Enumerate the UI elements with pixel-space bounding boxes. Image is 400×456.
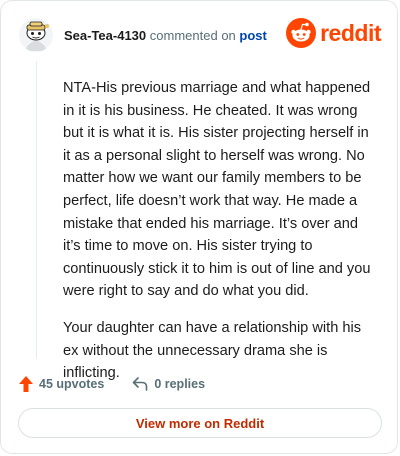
reply-count: 0 replies [154,377,206,391]
thread-line [36,61,37,359]
upvote-button[interactable]: 45 upvotes [19,376,104,392]
comment-actions: 45 upvotes 0 replies [19,373,205,395]
comment-action-text: commented on [149,28,236,43]
reddit-logo-icon [286,18,317,48]
comment-paragraph: NTA-His previous marriage and what happe… [63,80,371,300]
comment-header: Sea-Tea-4130 commented on post reddit [19,16,381,56]
reddit-brand-logo[interactable]: reddit [286,18,381,48]
upvote-arrow-icon [19,376,33,392]
comment-meta: Sea-Tea-4130 commented on post [64,28,267,43]
view-more-button[interactable]: View more on Reddit [18,408,382,438]
user-avatar[interactable] [19,18,53,52]
username[interactable]: Sea-Tea-4130 [64,28,146,43]
reply-button[interactable]: 0 replies [132,377,205,391]
comment-embed-card: Sea-Tea-4130 commented on post reddit NT… [0,0,398,454]
snoo-avatar-icon [19,18,53,52]
upvote-count: 45 upvotes [39,377,105,391]
reply-arrow-icon [133,377,148,391]
reddit-wordmark: reddit [320,19,381,46]
post-link[interactable]: post [239,28,266,43]
comment-body: NTA-His previous marriage and what happe… [63,77,377,399]
